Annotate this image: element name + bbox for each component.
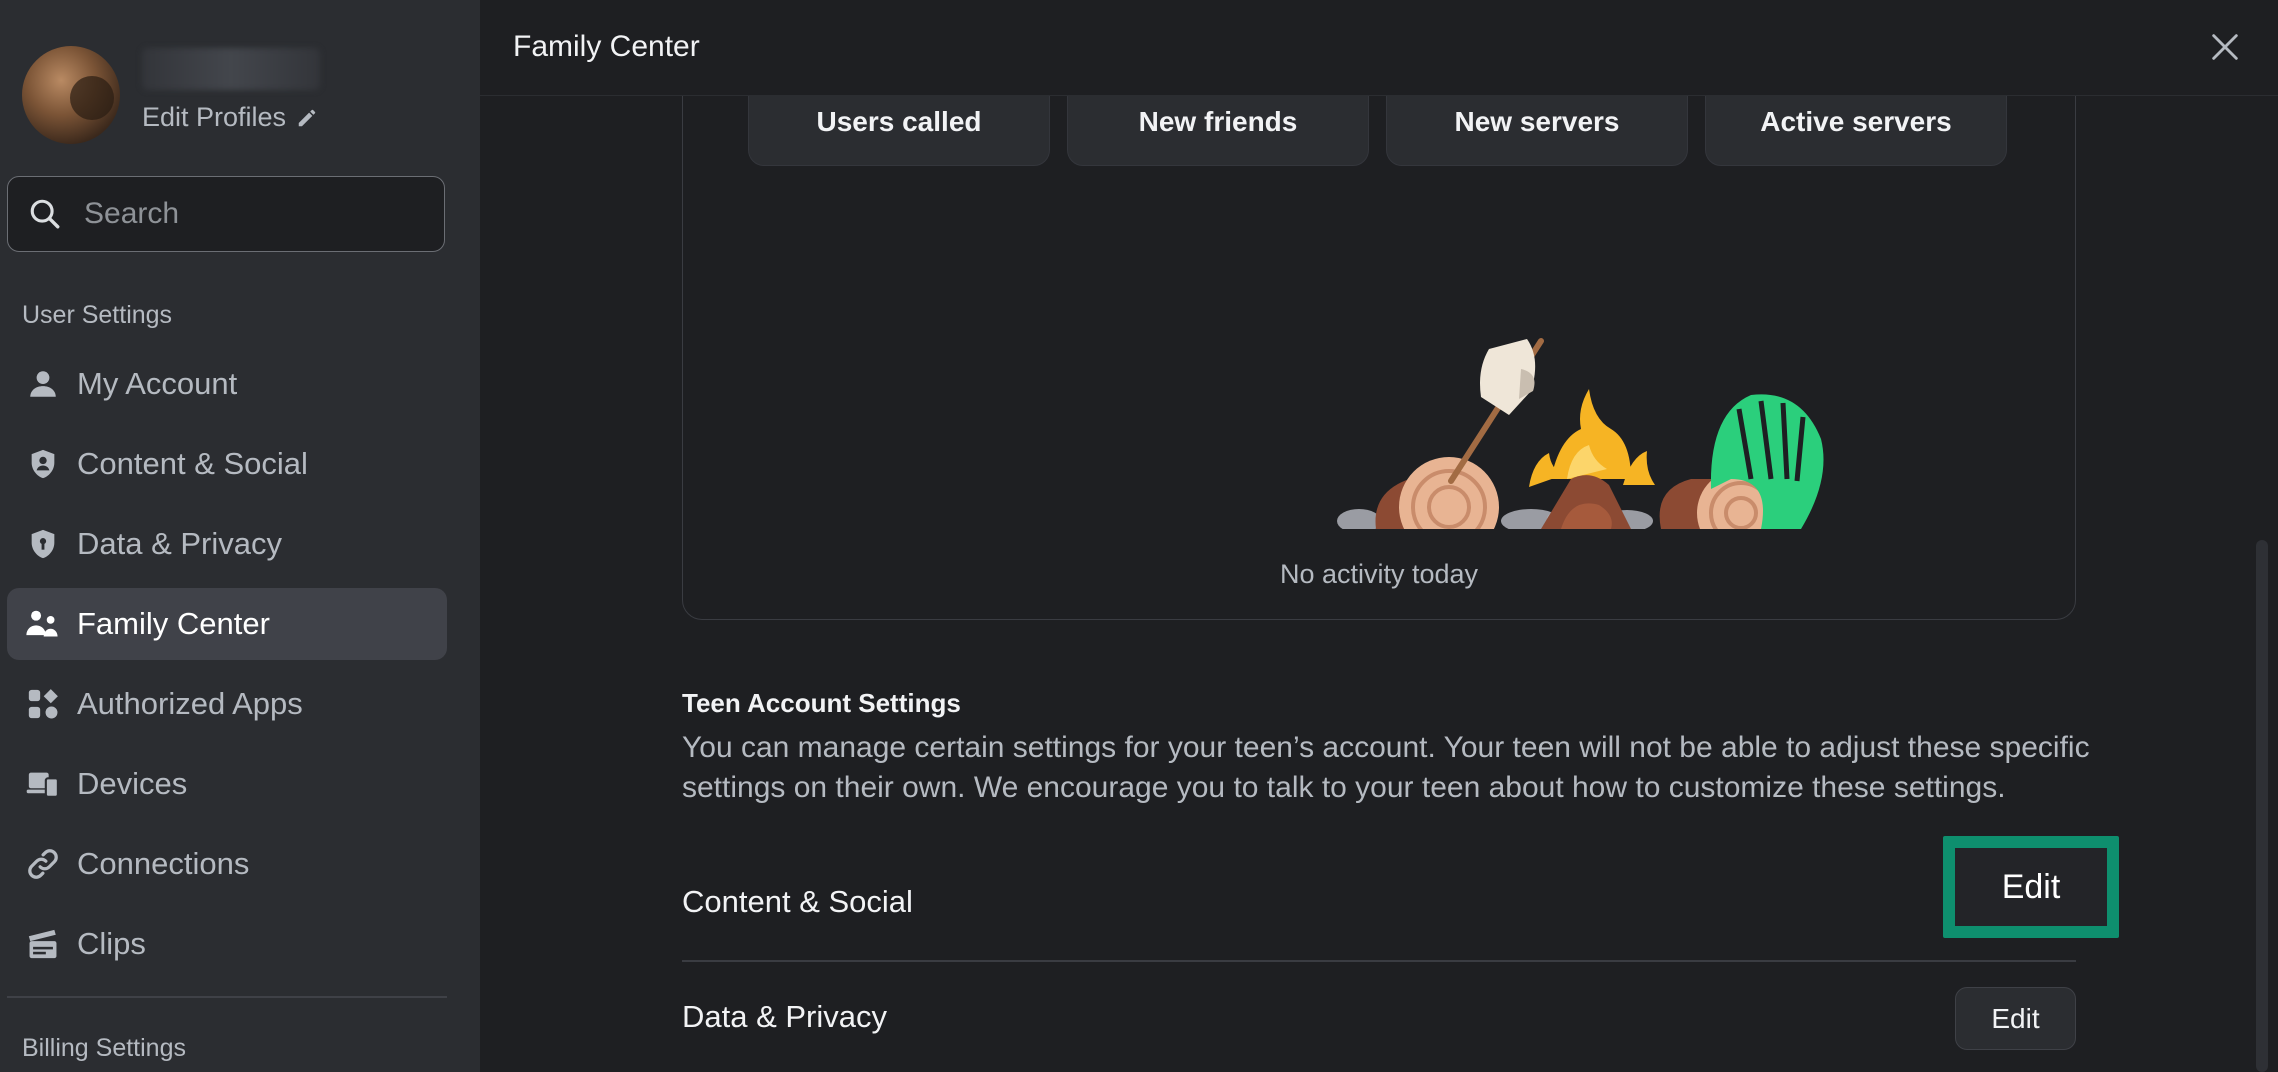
- avatar[interactable]: [22, 46, 120, 144]
- edit-profiles-label: Edit Profiles: [142, 102, 287, 132]
- sidebar-item-label: Clips: [77, 926, 146, 961]
- scrollbar[interactable]: [2256, 540, 2268, 1072]
- edit-profiles-link[interactable]: Edit Profiles: [142, 102, 318, 133]
- activity-card: 0 Users called 0 New friends 0 New serve…: [682, 1, 2076, 620]
- sidebar-item-label: Authorized Apps: [77, 686, 303, 721]
- section-user-settings: User Settings: [22, 301, 173, 329]
- close-icon: [2212, 34, 2238, 60]
- edit-data-privacy-button[interactable]: Edit: [1955, 987, 2076, 1050]
- stat-label: Users called: [816, 106, 982, 137]
- sidebar-item-label: Family Center: [77, 606, 270, 641]
- row-divider: [682, 960, 2076, 962]
- top-bar: Family Center: [480, 0, 2278, 96]
- close-button[interactable]: [2208, 30, 2242, 64]
- sidebar-item-authorized-apps[interactable]: Authorized Apps: [7, 668, 447, 740]
- teen-settings-description: You can manage certain settings for your…: [682, 731, 2090, 804]
- sidebar-item-label: Data & Privacy: [77, 526, 283, 561]
- shield-person-icon: [23, 444, 63, 484]
- page-title: Family Center: [513, 30, 700, 63]
- search-box[interactable]: [7, 176, 445, 252]
- settings-sidebar: Edit Profiles User Settings My Account C…: [0, 0, 480, 1072]
- search-icon: [30, 199, 60, 229]
- sidebar-item-label: Connections: [77, 846, 250, 881]
- search-input[interactable]: [82, 196, 426, 232]
- teen-settings-title: Teen Account Settings: [682, 688, 961, 718]
- pencil-icon: [298, 109, 316, 126]
- sidebar-item-label: Devices: [77, 766, 188, 801]
- username-redacted: [142, 48, 320, 90]
- person-icon: [23, 364, 63, 404]
- sidebar-item-family-center[interactable]: Family Center: [7, 588, 447, 660]
- sidebar-item-my-account[interactable]: My Account: [7, 348, 447, 420]
- empty-activity-text: No activity today: [1279, 559, 1479, 589]
- stat-label: Active servers: [1760, 106, 1952, 137]
- apps-icon: [23, 684, 63, 724]
- teen-setting-data-privacy: Data & Privacy: [682, 999, 888, 1034]
- devices-icon: [23, 764, 63, 804]
- stat-label: New servers: [1454, 106, 1620, 137]
- section-billing-settings: Billing Settings: [22, 1034, 186, 1062]
- profile-header: Edit Profiles: [22, 46, 462, 146]
- sidebar-item-label: My Account: [77, 366, 238, 401]
- sidebar-item-devices[interactable]: Devices: [7, 748, 447, 820]
- main-content: Family Center 0 Users called 0 New frien…: [480, 0, 2278, 1072]
- sidebar-item-clips[interactable]: Clips: [7, 908, 447, 980]
- clapper-icon: [23, 924, 63, 964]
- shield-lock-icon: [23, 524, 63, 564]
- sidebar-item-label: Content & Social: [77, 446, 308, 481]
- edit-content-social-button[interactable]: Edit: [1943, 836, 2119, 938]
- campfire-illustration: [1337, 338, 1824, 529]
- sidebar-item-data-privacy[interactable]: Data & Privacy: [7, 508, 447, 580]
- sidebar-item-content-social[interactable]: Content & Social: [7, 428, 447, 500]
- family-icon: [23, 604, 63, 644]
- sidebar-item-connections[interactable]: Connections: [7, 828, 447, 900]
- sidebar-divider: [7, 996, 447, 998]
- link-icon: [23, 844, 63, 884]
- stat-label: New friends: [1138, 106, 1298, 137]
- teen-setting-content-social: Content & Social: [682, 884, 913, 919]
